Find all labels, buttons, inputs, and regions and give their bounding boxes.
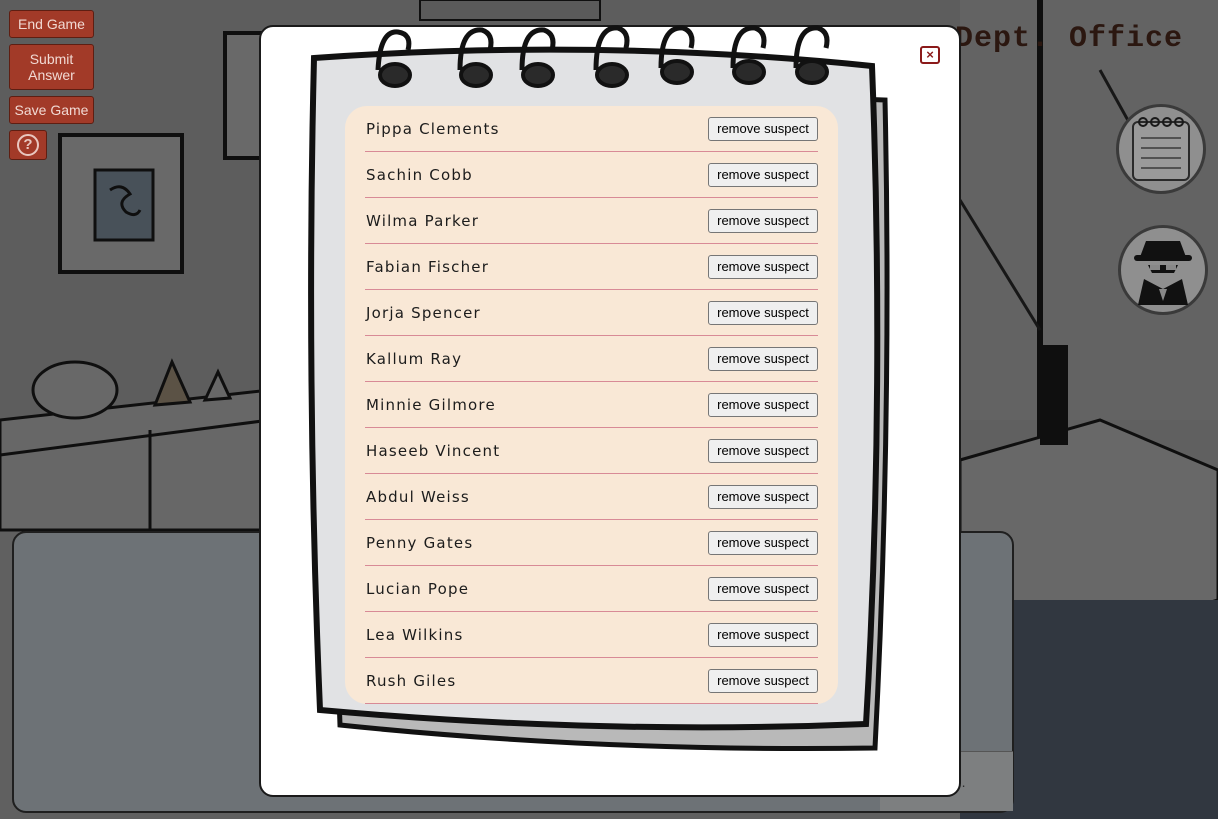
suspect-name: Rush Giles [366,671,457,690]
list-item: Pippa Clements remove suspect [365,106,818,152]
suspect-name: Sachin Cobb [366,165,473,184]
help-button[interactable]: ? [9,130,47,160]
list-item: Lea Wilkins remove suspect [365,612,818,658]
remove-suspect-button[interactable]: remove suspect [708,346,818,371]
remove-suspect-button[interactable]: remove suspect [708,622,818,647]
suspect-name: Abdul Weiss [366,487,470,506]
suspect-name: Penny Gates [366,533,474,552]
list-item: Minnie Gilmore remove suspect [365,382,818,428]
list-item: Jorja Spencer remove suspect [365,290,818,336]
list-item: Kallum Ray remove suspect [365,336,818,382]
suspect-list: Pippa Clements remove suspect Sachin Cob… [345,106,838,704]
suspect-name: Kallum Ray [366,349,463,368]
submit-answer-button[interactable]: Submit Answer [9,44,94,90]
remove-suspect-button[interactable]: remove suspect [708,668,818,693]
question-icon: ? [17,134,39,156]
detective-icon [1134,241,1192,305]
close-icon: × [926,47,934,62]
list-item: Fabian Fischer remove suspect [365,244,818,290]
notebook-button[interactable] [1116,104,1206,194]
list-item: Rush Giles remove suspect [365,658,818,704]
suspect-name: Haseeb Vincent [366,441,501,460]
detective-button[interactable] [1118,225,1208,315]
remove-suspect-button[interactable]: remove suspect [708,208,818,233]
list-item: Wilma Parker remove suspect [365,198,818,244]
list-item: Haseeb Vincent remove suspect [365,428,818,474]
list-item: Penny Gates remove suspect [365,520,818,566]
remove-suspect-button[interactable]: remove suspect [708,162,818,187]
end-game-button[interactable]: End Game [9,10,94,38]
suspect-name: Minnie Gilmore [366,395,496,414]
list-item: Sachin Cobb remove suspect [365,152,818,198]
remove-suspect-button[interactable]: remove suspect [708,300,818,325]
remove-suspect-button[interactable]: remove suspect [708,116,818,141]
suspect-name: Jorja Spencer [366,303,481,322]
remove-suspect-button[interactable]: remove suspect [708,576,818,601]
list-item: Abdul Weiss remove suspect [365,474,818,520]
remove-suspect-button[interactable]: remove suspect [708,484,818,509]
remove-suspect-button[interactable]: remove suspect [708,392,818,417]
suspect-name: Pippa Clements [366,119,500,138]
notebook-icon [1132,117,1190,181]
remove-suspect-button[interactable]: remove suspect [708,530,818,555]
suspect-name: Lucian Pope [366,579,470,598]
suspect-name: Wilma Parker [366,211,480,230]
suspect-name: Fabian Fischer [366,257,490,276]
save-game-button[interactable]: Save Game [9,96,94,124]
suspect-name: Lea Wilkins [366,625,464,644]
remove-suspect-button[interactable]: remove suspect [708,254,818,279]
location-title: Dept. Office [955,22,1184,56]
game-controls: End Game Submit Answer Save Game ? [9,10,94,160]
list-item: Lucian Pope remove suspect [365,566,818,612]
close-modal-button[interactable]: × [920,46,940,64]
remove-suspect-button[interactable]: remove suspect [708,438,818,463]
